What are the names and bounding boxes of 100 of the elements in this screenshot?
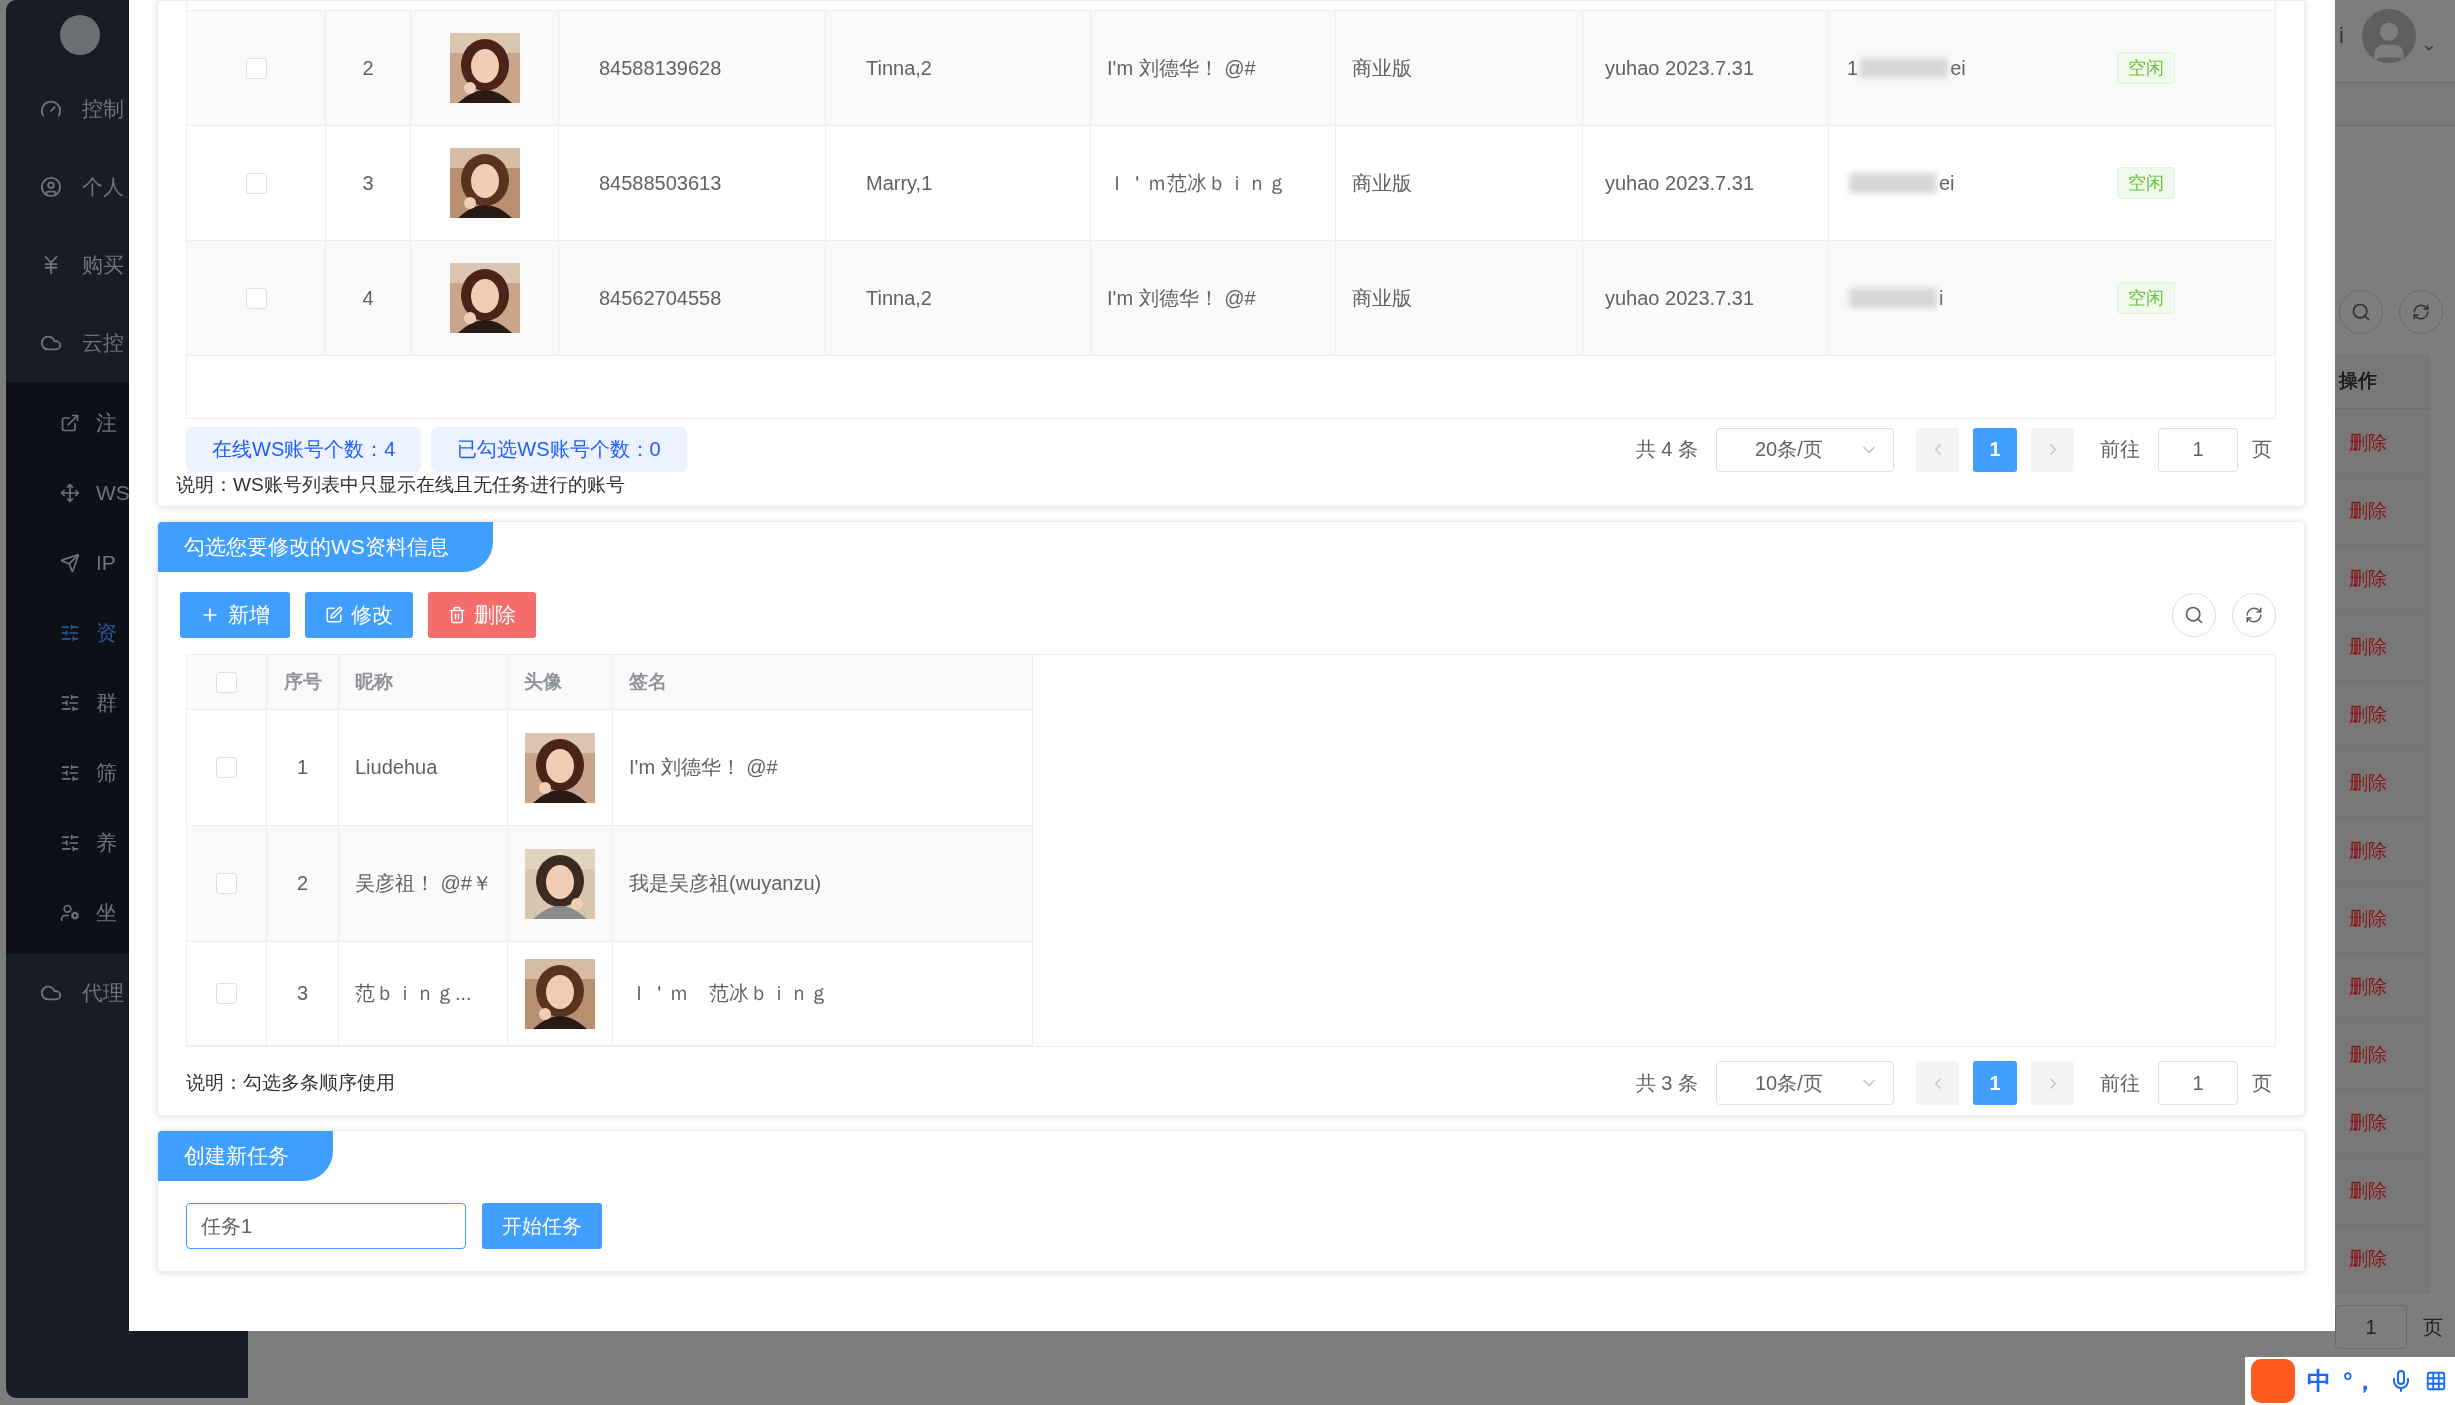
table-cell: 84588139628 (599, 56, 722, 80)
table-cell-text: 商业版 (1352, 55, 1412, 81)
menu-item[interactable]: 代理 (6, 954, 248, 1032)
delete-link[interactable]: 删除 (2349, 701, 2387, 728)
delete-link[interactable]: 删除 (2349, 973, 2387, 1000)
row-checkbox[interactable] (245, 172, 267, 194)
table-cell: Tinna,2 (866, 56, 932, 80)
table-cell-text: 吴彦祖！ @#￥ (355, 871, 492, 896)
grid-icon[interactable] (2424, 1370, 2447, 1392)
sliders-icon (60, 693, 80, 713)
section-title: 创建新任务 (158, 1131, 333, 1181)
page-number[interactable]: 1 (1973, 1061, 2017, 1105)
column-header: 序号 (283, 670, 322, 694)
table-cell: Liudehua (355, 756, 438, 779)
select-all-checkbox[interactable] (216, 671, 237, 693)
delete-link[interactable]: 删除 (2349, 565, 2387, 592)
table-cell: ei (1950, 56, 1966, 80)
delete-link[interactable]: 删除 (2349, 1041, 2387, 1068)
user-circle-icon (40, 176, 62, 198)
table-cell-text: Ｉ＇ｍ范冰ｂｉｎｇ (1107, 170, 1287, 196)
page-unit: 页 (2252, 1070, 2272, 1096)
previous-page-button[interactable] (1916, 1061, 1959, 1105)
column-header: 签名 (629, 670, 667, 694)
row-checkbox[interactable] (216, 983, 237, 1004)
table-cell: 3 (362, 171, 374, 195)
note-text: 说明：勾选多条顺序使用 (186, 1071, 395, 1095)
delete-button[interactable]: 删除 (428, 592, 536, 638)
online-count: 在线WS账号个数：4 (186, 427, 422, 472)
next-page-button[interactable] (2031, 1061, 2074, 1105)
add-button[interactable]: 新增 (180, 592, 290, 638)
logo-icon (60, 15, 100, 55)
table-cell: yuhao 2023.7.31 (1605, 286, 1755, 310)
row-checkbox[interactable] (245, 287, 267, 309)
table-cell: Tinna,2 (866, 286, 932, 310)
delete-link[interactable]: 删除 (2349, 1245, 2387, 1272)
page-number[interactable]: 1 (1973, 427, 2017, 472)
menu-item[interactable]: 控制 (6, 70, 248, 148)
table-cell: yuhao 2023.7.31 (1605, 56, 1755, 80)
table-cell-text: Ｉ＇ｍ 范冰ｂｉｎｇ (629, 981, 829, 1006)
search-icon (2184, 605, 2204, 625)
start-task-button[interactable]: 开始任务 (482, 1203, 602, 1249)
delete-link[interactable]: 删除 (2349, 1109, 2387, 1136)
move-icon (60, 483, 80, 503)
menu-item[interactable]: 云控 (6, 304, 248, 382)
table-cell-text: 我是吴彦祖(wuyanzu) (629, 871, 822, 896)
page-input[interactable]: 1 (2158, 427, 2238, 472)
chevron-right-icon (2049, 1077, 2056, 1089)
next-page-button[interactable] (2031, 427, 2074, 472)
input-mode[interactable]: 中 (2307, 1365, 2331, 1397)
delete-link[interactable]: 删除 (2349, 905, 2387, 932)
row-checkbox[interactable] (216, 873, 237, 894)
row-checkbox[interactable] (245, 57, 267, 79)
table-cell: 3 (296, 982, 309, 1005)
row-checkbox[interactable] (216, 757, 237, 778)
table-cell: 84562704558 (599, 286, 722, 310)
punctuation-mode[interactable]: °， (2343, 1365, 2377, 1397)
sliders-icon (60, 763, 80, 783)
page-size-select[interactable]: 10条/页 (1716, 1061, 1894, 1105)
user-name: i (2339, 23, 2344, 49)
page-size-select[interactable]: 20条/页 (1716, 427, 1894, 472)
refresh-icon (2412, 303, 2430, 321)
menu-item[interactable]: 购买 (6, 226, 248, 304)
table-cell-text: I'm 刘德华！ @# (629, 755, 778, 780)
menu-item[interactable]: 个人 (6, 148, 248, 226)
selected-count: 已勾选WS账号个数：0 (431, 427, 687, 472)
delete-link[interactable]: 删除 (2349, 769, 2387, 796)
column-header: 昵称 (355, 670, 393, 694)
refresh-icon (2245, 606, 2263, 624)
page-unit: 页 (2423, 1314, 2443, 1340)
previous-page-button[interactable] (1916, 427, 1959, 472)
table-cell: 2 (296, 872, 309, 895)
delete-link[interactable]: 删除 (2349, 837, 2387, 864)
chevron-left-icon (1934, 1077, 1941, 1089)
edit-button[interactable]: 修改 (305, 592, 413, 638)
table-cell: yuhao 2023.7.31 (1605, 171, 1755, 195)
user-gear-icon (60, 903, 80, 923)
delete-link[interactable]: 删除 (2349, 497, 2387, 524)
goto-label: 前往 (2100, 1070, 2140, 1096)
table-cell: 1 (1847, 56, 1859, 80)
table-cell: ei (1939, 171, 1955, 195)
total-count: 共 3 条 (1635, 1070, 1698, 1096)
section-title: 勾选您要修改的WS资料信息 (158, 522, 493, 572)
user-avatar[interactable] (2361, 9, 2416, 63)
chevron-right-icon (2049, 444, 2056, 455)
task-name-field[interactable]: 任务1 (186, 1203, 466, 1249)
ime-logo-icon[interactable] (2251, 1359, 2295, 1403)
table-cell-text: I'm 刘德华！ @# (1107, 285, 1256, 311)
search-icon (2351, 302, 2371, 322)
delete-link[interactable]: 删除 (2349, 1177, 2387, 1204)
table-cell: 84588503613 (599, 171, 722, 195)
sliders-icon (60, 623, 80, 643)
page-input[interactable]: 1 (2158, 1061, 2238, 1105)
delete-link[interactable]: 删除 (2349, 429, 2387, 456)
status-tag: 空闲 (2117, 52, 2175, 84)
table-cell-text: 商业版 (1352, 170, 1412, 196)
table-cell-text: I'm 刘德华！ @# (1107, 55, 1256, 81)
chevron-left-icon (1934, 444, 1941, 455)
table-cell-text: 商业版 (1352, 285, 1412, 311)
table-cell: 1 (296, 756, 309, 779)
delete-link[interactable]: 删除 (2349, 633, 2387, 660)
